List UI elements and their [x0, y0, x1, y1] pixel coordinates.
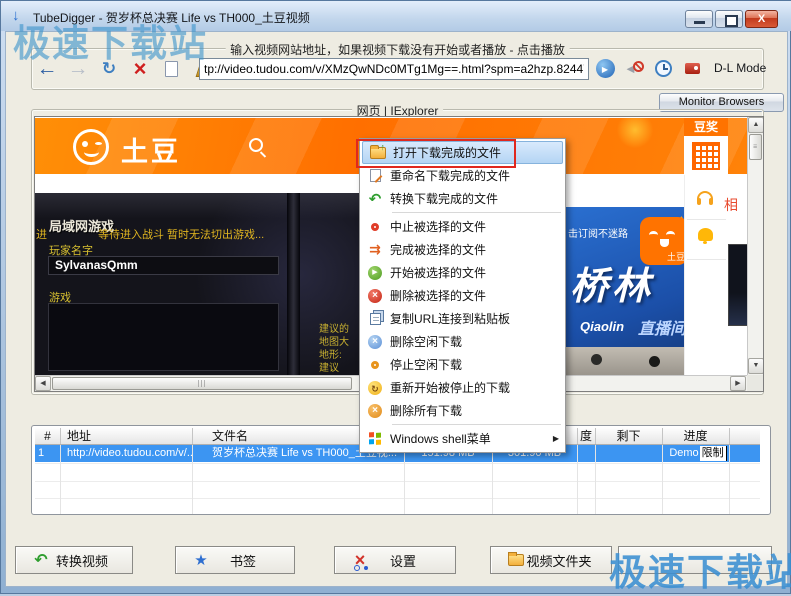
page-icon[interactable] — [161, 58, 181, 80]
scroll-right-icon[interactable]: ▶ — [730, 376, 746, 391]
footer-button-partial[interactable] — [618, 546, 772, 574]
app-download-icon: ↓ — [12, 8, 28, 24]
stop-icon[interactable] — [130, 58, 150, 80]
refresh-icon[interactable] — [99, 58, 119, 80]
window-title: TubeDigger - 贺岁杯总决赛 Life vs TH000_土豆视频 — [33, 9, 310, 26]
qr-panel — [684, 137, 728, 175]
minimize-button[interactable] — [685, 10, 713, 28]
delete-all-icon — [368, 404, 382, 418]
column-header[interactable]: 进度 — [662, 427, 729, 445]
titlebar: ↓ TubeDigger - 贺岁杯总决赛 Life vs TH000_土豆视频… — [1, 1, 791, 31]
vscroll-thumb[interactable]: ≡ — [749, 134, 762, 160]
app-window: ↓ TubeDigger - 贺岁杯总决赛 Life vs TH000_土豆视频… — [0, 0, 791, 594]
menu-item[interactable]: 复制URL连接到粘贴板 — [360, 307, 565, 330]
qr-code-icon — [692, 142, 720, 170]
finish-icon — [369, 241, 381, 258]
footer-button-3[interactable]: 设置 — [334, 546, 456, 574]
scroll-down-icon[interactable]: ▼ — [748, 358, 764, 374]
close-button[interactable]: X — [745, 10, 778, 28]
column-header[interactable]: # — [35, 427, 60, 445]
back-icon[interactable] — [37, 58, 57, 80]
hscroll-thumb[interactable]: ||| — [52, 377, 352, 390]
footer-button-1[interactable]: 转换视频 — [15, 546, 133, 574]
menu-item[interactable]: 停止空闲下载 — [360, 353, 565, 376]
url-input[interactable] — [199, 58, 589, 80]
scroll-up-icon[interactable]: ▲ — [748, 117, 764, 133]
restart-icon — [368, 381, 382, 395]
stop-idle-icon — [371, 361, 379, 369]
record-icon[interactable] — [682, 57, 702, 79]
related-label: 相 — [724, 195, 738, 215]
menu-item[interactable]: 转换下载完成的文件 — [360, 187, 565, 210]
sidebar-icon-column — [684, 175, 728, 375]
table-cell: http://video.tudou.com/v/... — [60, 445, 192, 462]
toolbar-hint-label: 输入视频网站地址，如果视频下载没有开始或者播放 - 点击播放 — [225, 41, 570, 58]
footer-button-2[interactable]: 书签 — [175, 546, 295, 574]
bell-icon[interactable] — [698, 228, 713, 241]
clock-icon[interactable] — [653, 57, 673, 79]
tudou-logo-icon — [73, 129, 109, 165]
menu-item[interactable]: 完成被选择的文件 — [360, 238, 565, 261]
menu-item[interactable]: 删除所有下载 — [360, 399, 565, 422]
thumbnail-caption: 直播间 — [638, 315, 686, 339]
games-listbox — [48, 303, 279, 371]
maximize-button[interactable] — [715, 10, 743, 28]
photo-strip — [566, 347, 699, 375]
go-icon[interactable] — [595, 57, 615, 79]
award-tab[interactable]: 豆奖 — [684, 118, 728, 137]
vertical-scrollbar[interactable]: ▲ ≡ ▼ — [747, 117, 763, 375]
rename-icon — [370, 169, 381, 182]
table-cell: Demo限制 — [662, 445, 729, 462]
abort-icon — [371, 223, 379, 231]
windows-icon — [369, 432, 381, 446]
mini-thumbnail[interactable] — [728, 244, 748, 326]
copy-url-icon — [370, 313, 381, 325]
menu-item[interactable]: 删除被选择的文件 — [360, 284, 565, 307]
nav-icon-bar — [37, 56, 212, 82]
start-icon — [368, 266, 382, 280]
scroll-left-icon[interactable]: ◀ — [35, 376, 51, 391]
context-menu: 打开下载完成的文件重命名下载完成的文件转换下载完成的文件中止被选择的文件完成被选… — [359, 138, 566, 453]
convert-icon — [369, 190, 382, 208]
thumbnail-title: 桥林 — [570, 255, 654, 310]
forward-icon[interactable] — [68, 58, 88, 80]
menu-separator — [392, 212, 561, 213]
video-folder-icon — [508, 554, 524, 566]
search-icon[interactable] — [249, 138, 263, 152]
player-name-value: SylvanasQmm — [48, 256, 279, 275]
dl-mode-label: D-L Mode — [714, 61, 766, 75]
table-cell: 1 — [35, 445, 60, 462]
annotation-highlight-box — [356, 139, 516, 168]
headphone-icon[interactable] — [697, 191, 713, 200]
delete-idle-icon — [368, 335, 382, 349]
video-thumbnail[interactable]: 击订阅不迷路 ↑ 土豆 桥林 Qiaolin 直播间 — [566, 207, 699, 347]
menu-item[interactable]: 中止被选择的文件 — [360, 215, 565, 238]
submenu-arrow-icon: ▶ — [553, 434, 559, 443]
mute-icon[interactable] — [624, 57, 644, 79]
menu-item[interactable]: 开始被选择的文件 — [360, 261, 565, 284]
bookmark-icon — [194, 551, 207, 570]
column-header[interactable]: 度 — [577, 427, 595, 445]
game-cut-text: 进 — [36, 226, 47, 242]
settings-icon — [355, 550, 366, 571]
progress-limit-badge: 限制 — [700, 446, 727, 461]
convert-video-icon — [34, 550, 47, 570]
scrollbar-corner — [747, 375, 763, 391]
column-header[interactable]: 剩下 — [595, 427, 662, 445]
menu-item[interactable]: 删除空闲下载 — [360, 330, 565, 353]
table-cell — [595, 445, 662, 462]
footer-button-4[interactable]: 视频文件夹 — [490, 546, 612, 574]
action-icon-bar: D-L Mode — [595, 56, 766, 80]
menu-item[interactable]: 重新开始被停止的下载 — [360, 376, 565, 399]
table-cell — [577, 445, 595, 462]
subscribe-text: 击订阅不迷路 — [568, 225, 628, 240]
thumbnail-author: Qiaolin — [580, 319, 624, 334]
delete-selected-icon — [368, 289, 382, 303]
column-header[interactable]: 地址 — [60, 427, 192, 445]
game-status-line: 等待进入战斗 暂时无法切出游戏... — [98, 226, 264, 242]
tudou-logo-text: 土豆 — [121, 130, 181, 169]
menu-separator — [392, 424, 561, 425]
menu-item[interactable]: Windows shell菜单▶ — [360, 427, 565, 450]
